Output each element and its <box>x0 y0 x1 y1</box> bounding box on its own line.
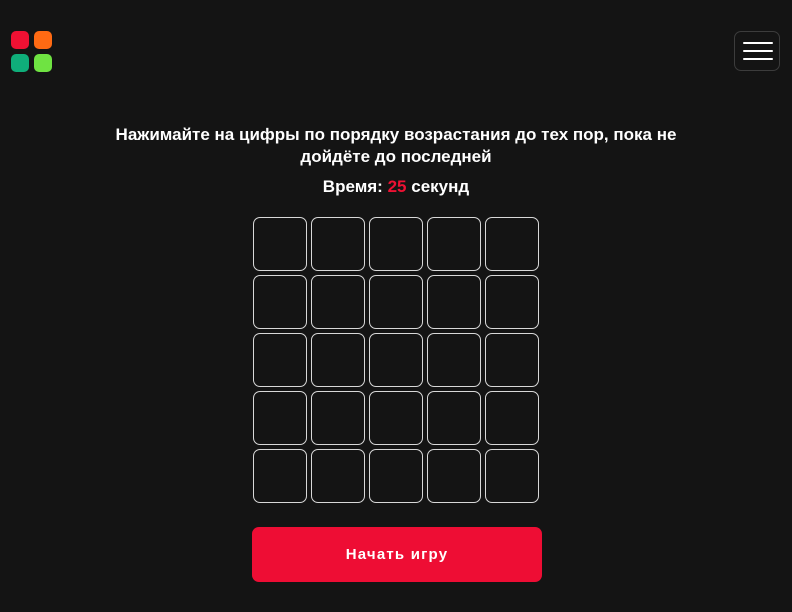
grid-cell[interactable] <box>311 449 365 503</box>
grid-cell[interactable] <box>485 391 539 445</box>
grid-cell[interactable] <box>485 333 539 387</box>
grid-cell[interactable] <box>369 449 423 503</box>
logo-square-orange <box>34 31 52 49</box>
grid-cell[interactable] <box>253 391 307 445</box>
number-grid <box>253 217 541 505</box>
grid-cell[interactable] <box>369 275 423 329</box>
grid-cell[interactable] <box>311 275 365 329</box>
grid-cell[interactable] <box>427 275 481 329</box>
timer-value: 25 <box>387 177 407 196</box>
grid-cell[interactable] <box>369 217 423 271</box>
grid-cell[interactable] <box>253 275 307 329</box>
grid-cell[interactable] <box>311 391 365 445</box>
timer: Время: 25 секунд <box>196 177 596 197</box>
grid-cell[interactable] <box>427 449 481 503</box>
grid-cell[interactable] <box>427 391 481 445</box>
grid-cell[interactable] <box>311 217 365 271</box>
grid-cell[interactable] <box>369 333 423 387</box>
grid-cell[interactable] <box>485 217 539 271</box>
grid-cell[interactable] <box>427 333 481 387</box>
start-game-button[interactable]: Начать игру <box>252 527 542 582</box>
grid-cell[interactable] <box>253 217 307 271</box>
hamburger-line-middle <box>743 50 773 52</box>
logo-square-teal <box>11 54 29 72</box>
grid-cell[interactable] <box>369 391 423 445</box>
game-instruction: Нажимайте на цифры по порядку возрастани… <box>115 125 677 166</box>
logo-square-green <box>34 54 52 72</box>
grid-cell[interactable] <box>427 217 481 271</box>
hamburger-line-top <box>743 42 773 44</box>
app-logo[interactable] <box>11 31 53 73</box>
grid-cell[interactable] <box>253 333 307 387</box>
timer-label: Время: <box>322 177 383 196</box>
page: Нажимайте на цифры по порядку возрастани… <box>0 0 792 612</box>
grid-cell[interactable] <box>485 275 539 329</box>
grid-cell[interactable] <box>253 449 307 503</box>
hamburger-line-bottom <box>743 58 773 60</box>
grid-cell[interactable] <box>311 333 365 387</box>
grid-cell[interactable] <box>485 449 539 503</box>
logo-square-red <box>11 31 29 49</box>
menu-button[interactable] <box>734 31 780 71</box>
timer-unit: секунд <box>411 177 470 196</box>
